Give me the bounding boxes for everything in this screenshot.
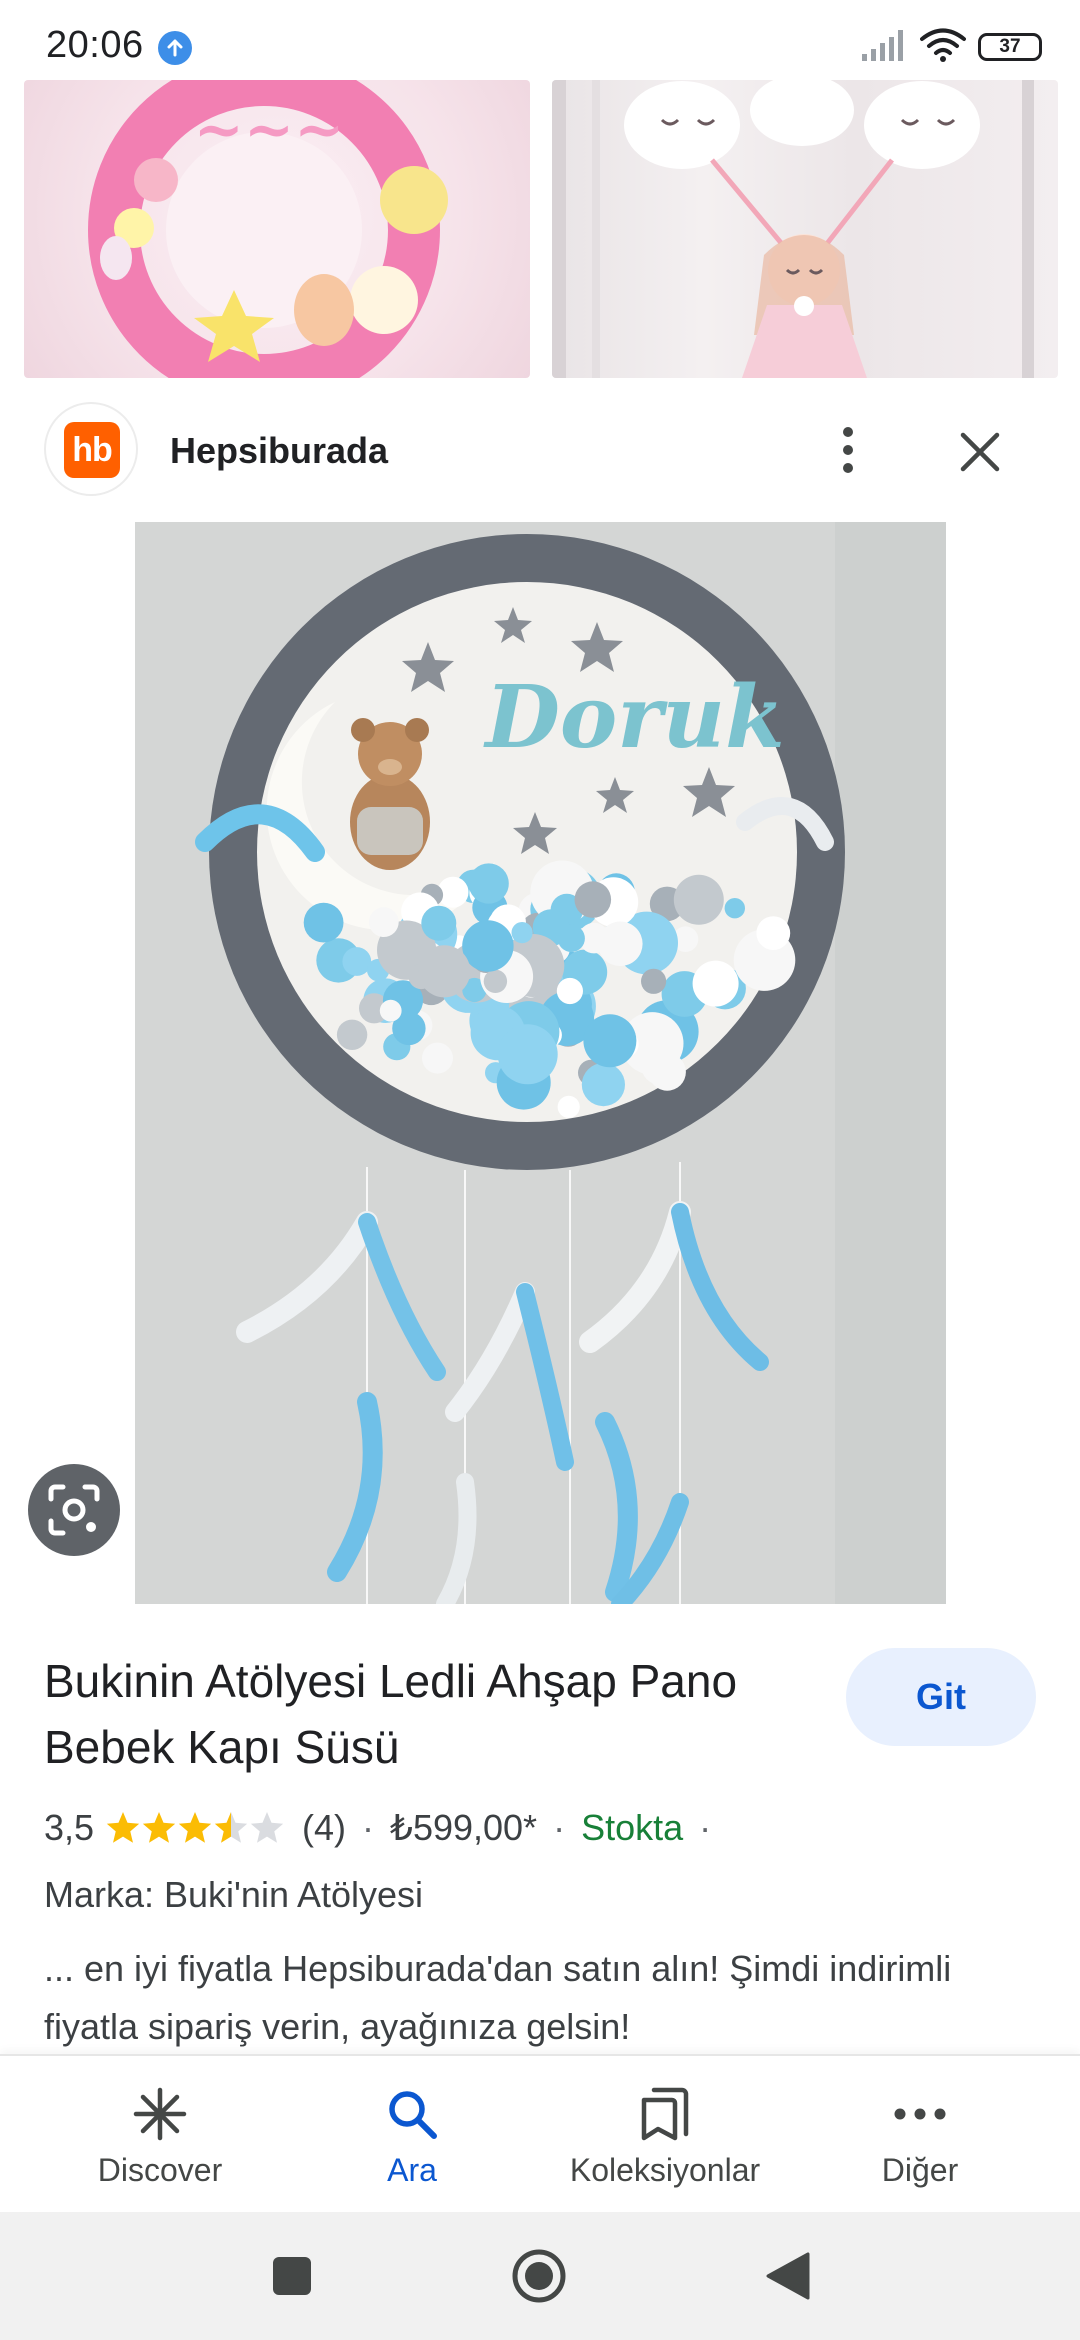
rating-star-icon [214, 1812, 248, 1843]
decor-ball [342, 947, 372, 976]
source-logo[interactable]: hb [44, 402, 138, 496]
decor-ball [557, 1095, 580, 1118]
svg-text:~~~: ~~~ [194, 95, 345, 165]
nav-more[interactable]: Diğer [820, 2056, 1020, 2214]
decor-ball [581, 1063, 625, 1107]
close-button[interactable] [950, 422, 1010, 482]
product-meta-row: 3,5 (4) · ₺599,00* · Stokta · [44, 1800, 727, 1856]
availability-status: Stokta [581, 1807, 684, 1848]
product-title[interactable]: Bukinin Atölyesi Ledli Ahşap Pano Bebek … [44, 1648, 834, 1780]
rating-star-icon [250, 1812, 284, 1843]
recent-apps-button[interactable] [262, 2246, 322, 2306]
decor-ball [574, 881, 612, 918]
product-image[interactable]: Doruk [135, 522, 946, 1604]
decor-ball [511, 922, 533, 944]
rating-star-icon [106, 1812, 140, 1843]
review-count: (4) [302, 1807, 347, 1848]
decor-ball [583, 1014, 637, 1068]
wifi-icon [920, 28, 966, 67]
battery-level: 37 [999, 36, 1021, 57]
related-image-pink-wreath[interactable]: ~~~ [24, 80, 530, 378]
status-bar: 20:06 37 [0, 0, 1080, 78]
decor-ball [641, 968, 667, 994]
decor-ball [422, 1042, 453, 1074]
nav-collections[interactable]: Koleksiyonlar [545, 2056, 785, 2214]
nav-discover-label: Discover [97, 2152, 223, 2188]
decor-ball [756, 916, 791, 950]
decor-ball [303, 902, 344, 943]
decor-ball [556, 977, 583, 1005]
home-circle-icon [512, 2249, 566, 2303]
lens-search-button[interactable] [28, 1464, 120, 1556]
bookmarks-icon [638, 2084, 692, 2144]
back-button[interactable] [758, 2246, 818, 2306]
decor-ball [483, 969, 508, 993]
signal-icon [860, 28, 908, 67]
rating-stars [104, 1809, 294, 1847]
source-header: hb Hepsiburada [0, 400, 1080, 500]
decor-ball [336, 1019, 368, 1050]
separator-dot: · [699, 1807, 712, 1848]
separator-dot: · [362, 1807, 375, 1848]
decor-ball [421, 905, 457, 941]
square-icon [273, 2257, 311, 2295]
more-vertical-icon [843, 427, 853, 473]
status-time: 20:06 [46, 24, 144, 66]
product-description: ... en iyi fiyatla Hepsiburada'dan satın… [44, 1948, 952, 2047]
decor-ball [462, 920, 514, 972]
rating-star-icon [142, 1812, 176, 1843]
decor-ball [468, 863, 509, 904]
rating-value: 3,5 [44, 1807, 95, 1848]
product-image-name-text: Doruk [482, 667, 784, 768]
decor-ball [598, 921, 643, 967]
battery-icon: 37 [978, 33, 1042, 61]
related-images-strip: ~~~ [0, 78, 1080, 380]
source-name[interactable]: Hepsiburada [170, 430, 388, 472]
separator-dot: · [553, 1807, 566, 1848]
more-horizontal-icon [893, 2084, 947, 2144]
decor-ball [418, 945, 471, 998]
home-button[interactable] [509, 2246, 569, 2306]
decor-ball [641, 1047, 679, 1085]
system-navigation-bar [0, 2212, 1080, 2340]
decor-ball [724, 898, 745, 919]
nav-discover[interactable]: Discover [60, 2056, 260, 2214]
rating-star-icon [178, 1812, 212, 1843]
asterisk-icon [132, 2084, 188, 2144]
nav-more-label: Diğer [881, 2152, 959, 2188]
go-to-site-button[interactable]: Git [846, 1648, 1036, 1746]
upload-notification-icon [158, 31, 192, 65]
product-price: ₺599,00* [390, 1807, 538, 1848]
more-options-button[interactable] [820, 418, 876, 482]
related-image-cloud-doll[interactable] [552, 80, 1058, 378]
nav-collections-label: Koleksiyonlar [569, 2152, 761, 2188]
decor-ball [379, 999, 402, 1022]
decor-ball [497, 1024, 558, 1085]
search-icon [385, 2084, 439, 2144]
nav-search[interactable]: Ara [312, 2056, 512, 2214]
decor-ball [368, 907, 399, 937]
decor-ball [673, 874, 724, 925]
close-icon [960, 432, 1000, 472]
product-brand: Marka: Buki'nin Atölyesi [44, 1874, 424, 1915]
hepsiburada-logo-icon: hb [64, 422, 120, 478]
nav-search-label: Ara [387, 2152, 437, 2188]
lens-icon [48, 1484, 100, 1536]
back-triangle-icon [766, 2252, 810, 2300]
bottom-navigation: Discover Ara Koleksiyonlar Diğer [0, 2054, 1080, 2212]
decor-ball [692, 960, 739, 1007]
decor-ball [557, 924, 585, 952]
